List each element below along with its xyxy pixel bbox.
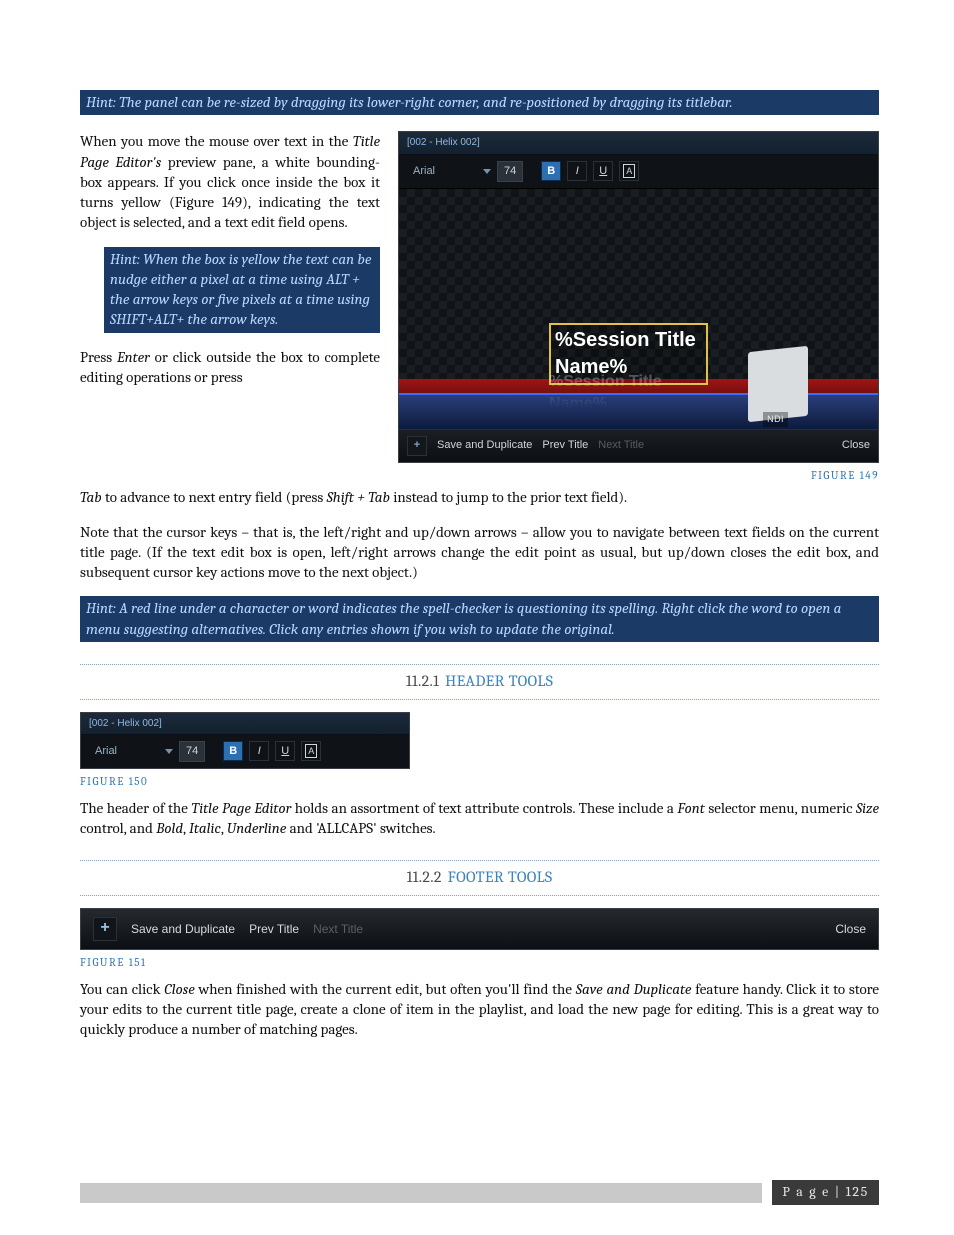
title-page-editor-header-only: [002 - Helix 002] Arial 74 B I U A: [80, 712, 410, 769]
add-button[interactable]: +: [407, 436, 427, 456]
figure-caption-151: FIGURE 151: [80, 956, 879, 971]
underline-glyph: U: [599, 165, 607, 177]
section-title: HEADER TOOLS: [445, 672, 553, 690]
para-enter: Press Enter or click outside the box to …: [80, 347, 380, 388]
t: control, and: [80, 819, 156, 837]
bold-button[interactable]: B: [541, 161, 561, 181]
page-label: P a g e: [782, 1183, 830, 1200]
selected-text-value: %Session Title Name%: [555, 329, 696, 378]
italic-glyph: I: [258, 745, 261, 757]
size-input[interactable]: 74: [179, 741, 205, 762]
bold-button[interactable]: B: [223, 741, 243, 761]
toolbar: Arial 74 B I U A: [81, 735, 409, 768]
font-select[interactable]: Arial: [407, 162, 491, 181]
t: Save and Duplicate: [576, 980, 692, 998]
mirror-text: %Session Title Name%: [549, 371, 708, 414]
page-sep: |: [830, 1183, 846, 1200]
toolbar: Arial 74 B I U A: [399, 155, 878, 189]
t: when finished with the current edit, but…: [195, 980, 576, 998]
hint-resize: Hint: The panel can be re-sized by dragg…: [80, 90, 879, 115]
underline-button[interactable]: U: [593, 161, 613, 181]
t: holds an assortment of text attribute co…: [291, 799, 677, 817]
t: and 'ALLCAPS' switches.: [286, 819, 435, 837]
next-title-button: Next Title: [598, 438, 644, 453]
chevron-down-icon: [483, 169, 491, 174]
close-button[interactable]: Close: [842, 438, 870, 453]
t: Size: [856, 799, 879, 817]
title-page-editor: [002 - Helix 002] Arial 74 B I U A: [398, 131, 879, 462]
allcaps-glyph: A: [623, 164, 635, 178]
save-and-duplicate-button[interactable]: Save and Duplicate: [131, 921, 235, 937]
figure-caption-149: FIGURE 149: [398, 469, 879, 484]
section-title: FOOTER TOOLS: [448, 868, 553, 886]
allcaps-glyph: A: [305, 744, 317, 758]
titlebar[interactable]: [002 - Helix 002]: [81, 713, 409, 736]
t: Title Page Editor: [191, 799, 291, 817]
t: Underline: [227, 819, 286, 837]
allcaps-button[interactable]: A: [619, 161, 639, 181]
add-button[interactable]: +: [93, 917, 117, 941]
font-select[interactable]: Arial: [89, 742, 173, 761]
prev-title-button[interactable]: Prev Title: [249, 921, 299, 937]
hint-nudge: Hint: When the box is yellow the text ca…: [104, 247, 380, 333]
bold-glyph: B: [229, 745, 237, 757]
t: selector menu, numeric: [705, 799, 856, 817]
t: Bold: [156, 819, 183, 837]
para-preview: When you move the mouse over text in the…: [80, 131, 380, 232]
section-number: 11.2.1: [406, 672, 439, 690]
close-button[interactable]: Close: [835, 921, 866, 937]
next-title-button: Next Title: [313, 921, 363, 937]
italic-button[interactable]: I: [249, 741, 269, 761]
section-footer-tools: 11.2.2 FOOTER TOOLS: [80, 860, 879, 896]
section-header-tools: 11.2.1 HEADER TOOLS: [80, 664, 879, 700]
font-select-value: Arial: [407, 162, 479, 181]
underline-button[interactable]: U: [275, 741, 295, 761]
bold-glyph: B: [547, 165, 555, 177]
underline-glyph: U: [281, 745, 289, 757]
page-footer: P a g e | 125: [80, 1180, 879, 1205]
t: You can click: [80, 980, 164, 998]
titlebar[interactable]: [002 - Helix 002]: [399, 132, 878, 155]
t: Enter: [117, 348, 150, 366]
t: The header of the: [80, 799, 191, 817]
size-input[interactable]: 74: [497, 161, 523, 182]
ndi-badge: NDI: [763, 412, 788, 426]
t: instead to jump to the prior text field)…: [390, 488, 627, 506]
figure-caption-150: FIGURE 150: [80, 775, 879, 790]
prev-title-button[interactable]: Prev Title: [542, 438, 588, 453]
t: Close: [164, 980, 195, 998]
t: Tab: [80, 488, 102, 506]
t: Shift + Tab: [327, 488, 390, 506]
italic-button[interactable]: I: [567, 161, 587, 181]
hint-spellcheck: Hint: A red line under a character or wo…: [80, 596, 879, 642]
para-footer-tools: You can click Close when finished with t…: [80, 979, 879, 1040]
page-number-box: P a g e | 125: [772, 1180, 879, 1205]
title-page-editor-footer-only: + Save and Duplicate Prev Title Next Tit…: [80, 908, 879, 950]
footer-bar: + Save and Duplicate Prev Title Next Tit…: [399, 429, 878, 462]
page-number: 125: [846, 1183, 869, 1200]
footer-rule: [80, 1183, 762, 1203]
para-header-tools: The header of the Title Page Editor hold…: [80, 798, 879, 839]
font-select-value: Arial: [89, 742, 161, 761]
section-number: 11.2.2: [407, 868, 442, 886]
t: Font: [677, 799, 704, 817]
allcaps-button[interactable]: A: [301, 741, 321, 761]
t: When you move the mouse over text in the: [80, 132, 353, 150]
t: Italic: [189, 819, 221, 837]
para-cursor-keys: Note that the cursor keys – that is, the…: [80, 522, 879, 583]
t: to advance to next entry field (press: [102, 488, 327, 506]
chevron-down-icon: [165, 749, 173, 754]
white-block: [748, 345, 808, 421]
italic-glyph: I: [576, 165, 579, 177]
preview-canvas[interactable]: %Session Title Name% %Session Title Name…: [399, 189, 878, 429]
save-and-duplicate-button[interactable]: Save and Duplicate: [437, 438, 532, 453]
t: Press: [80, 348, 117, 366]
